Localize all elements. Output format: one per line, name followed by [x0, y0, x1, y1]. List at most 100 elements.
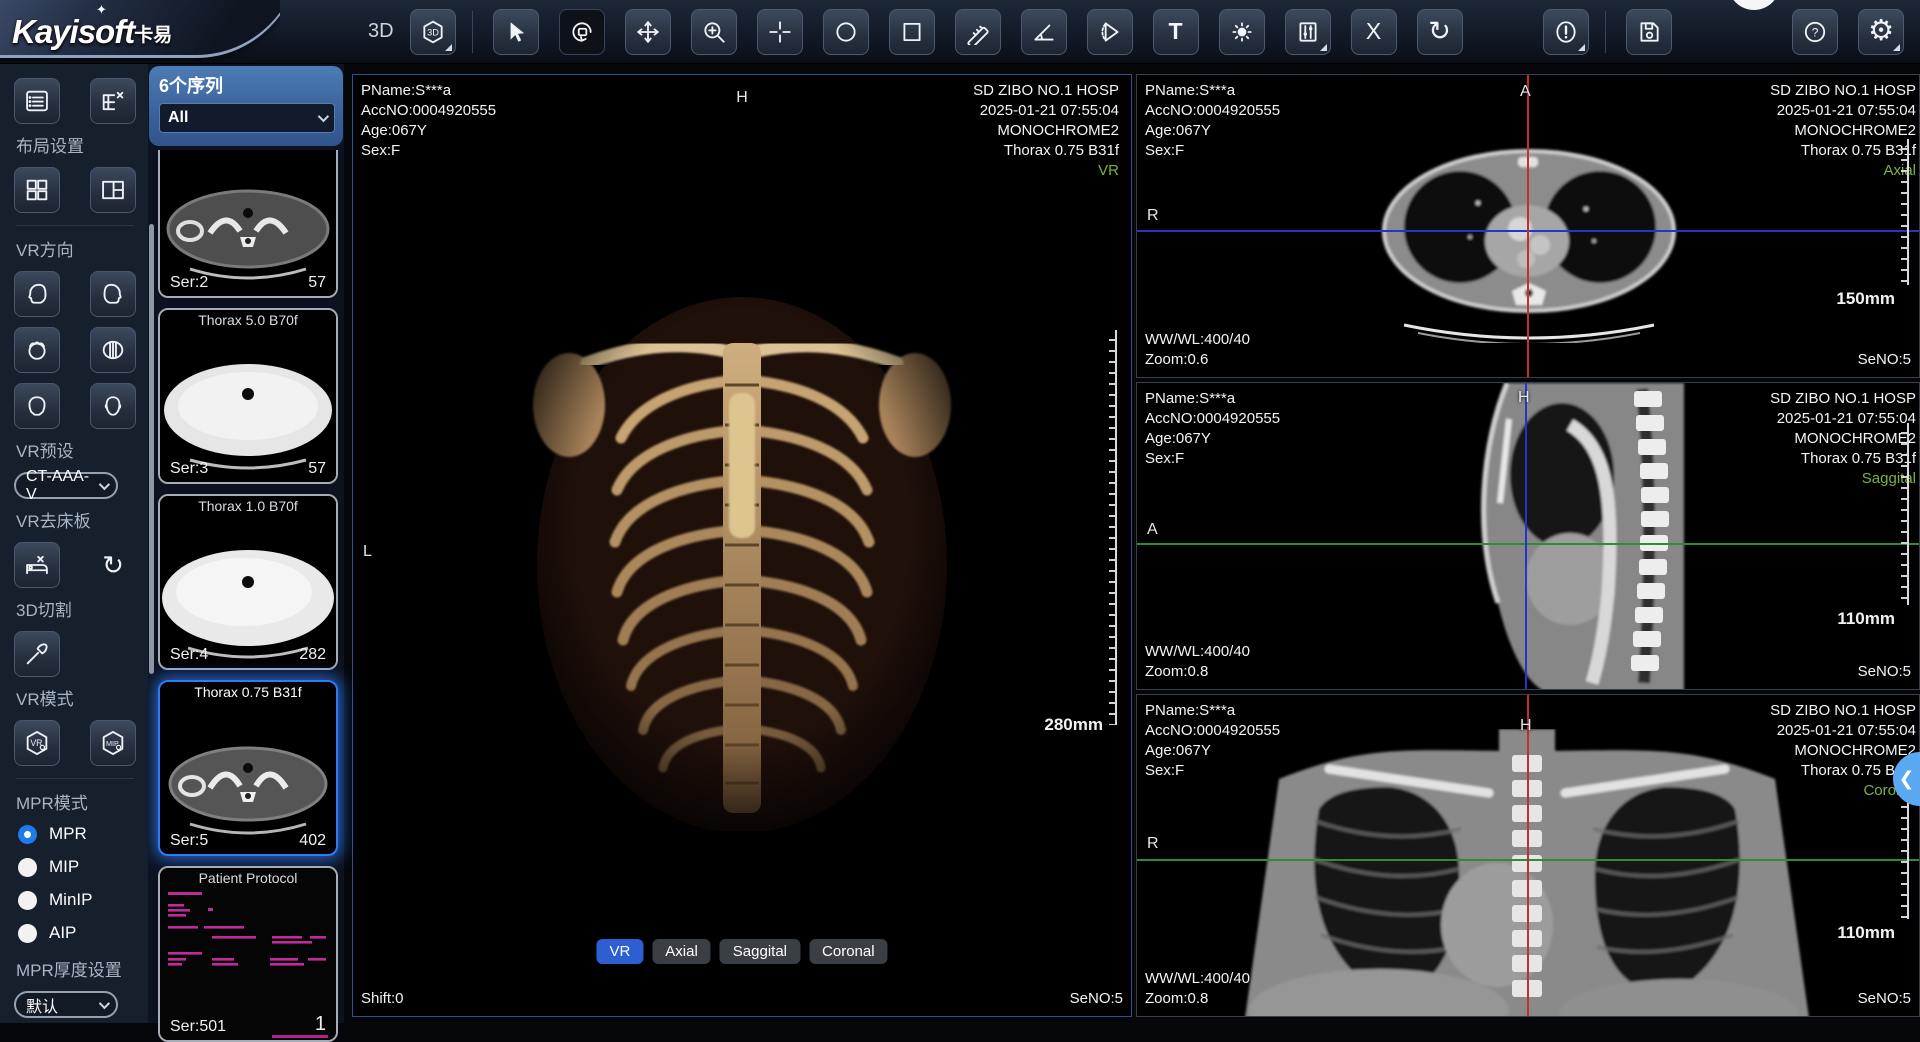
- reset-button[interactable]: ↻: [1417, 9, 1463, 55]
- radio-icon[interactable]: [18, 924, 37, 943]
- brightness-sun-icon: [1229, 19, 1255, 45]
- crosshair-vertical-red[interactable]: [1527, 75, 1529, 377]
- minip-radio-option[interactable]: MinIP: [18, 890, 148, 910]
- ellipse-icon: [833, 19, 859, 45]
- rotate-3d-tool-button[interactable]: [559, 9, 605, 55]
- vr-mode-button[interactable]: VR: [14, 720, 60, 766]
- window-level-button[interactable]: [1285, 9, 1331, 55]
- vr-head-superior-button[interactable]: [14, 327, 60, 373]
- settings-button[interactable]: ⚙: [1858, 9, 1904, 55]
- scalpel-button[interactable]: [14, 631, 60, 677]
- study-datetime: 2025-01-21 07:55:04: [973, 101, 1119, 121]
- logo-star-icon: ✦: [96, 2, 107, 18]
- radio-selected-icon[interactable]: [18, 825, 37, 844]
- scale-label: 280mm: [1044, 715, 1103, 735]
- axial-ct-image: [1374, 125, 1684, 343]
- radio-icon[interactable]: [18, 858, 37, 877]
- rectangle-roi-button[interactable]: [889, 9, 935, 55]
- radio-label: MPR: [49, 824, 87, 844]
- aip-radio-option[interactable]: AIP: [18, 923, 148, 943]
- mpr-thickness-select[interactable]: 默认: [14, 991, 118, 1018]
- patient-age: Age:067Y: [1145, 121, 1280, 141]
- text-annotation-button[interactable]: T: [1153, 9, 1199, 55]
- help-button[interactable]: ?: [1792, 9, 1838, 55]
- pointer-tool-button[interactable]: [493, 9, 539, 55]
- orientation-letter-top: H: [1520, 717, 1532, 735]
- info-button[interactable]: [1543, 9, 1589, 55]
- orientation-letter-left: R: [1147, 207, 1159, 225]
- series-thumbnail[interactable]: Patient Protocol Ser:501 1: [158, 866, 338, 1042]
- vr-preset-select[interactable]: CT-AAA-V: [14, 472, 118, 499]
- delete-annotation-button[interactable]: X: [1351, 9, 1397, 55]
- radio-icon[interactable]: [18, 891, 37, 910]
- bed-reset-button[interactable]: ↻: [90, 542, 136, 588]
- split-layout-button[interactable]: [90, 167, 136, 213]
- patient-name: PName:S***a: [1145, 81, 1280, 101]
- crosshair-horizontal-green[interactable]: [1137, 543, 1919, 545]
- svg-text:3D: 3D: [427, 27, 439, 37]
- pan-icon: [635, 19, 661, 45]
- crosshair-vertical-red[interactable]: [1527, 695, 1529, 1016]
- layout-close-button[interactable]: [90, 78, 136, 124]
- vr-head-posterior-button[interactable]: [14, 383, 60, 429]
- vr-3d-viewport[interactable]: PName:S***a AccNO:0004920555 Age:067Y Se…: [352, 74, 1132, 1017]
- mip-radio-option[interactable]: MIP: [18, 857, 148, 877]
- vr-head-right-button[interactable]: [90, 271, 136, 317]
- cobb-angle-tool-button[interactable]: [1087, 9, 1133, 55]
- logo-text: Kayisoft: [12, 13, 134, 50]
- layout-list-button[interactable]: [14, 78, 60, 124]
- vr-bed-label: VR去床板: [16, 507, 148, 532]
- brightness-button[interactable]: [1219, 9, 1265, 55]
- dropdown-corner: [1320, 44, 1327, 51]
- photometric: MONOCHROME2: [973, 121, 1119, 141]
- vr-mode-label: VR模式: [16, 685, 148, 710]
- angle-tool-button[interactable]: [1021, 9, 1067, 55]
- view-type-label: Axial: [1770, 161, 1916, 181]
- patient-sex: Sex:F: [1145, 141, 1280, 161]
- series-thumbnail-selected[interactable]: Thorax 0.75 B31f Ser:5 402: [158, 680, 338, 856]
- series-thumbnail[interactable]: Thorax 5.0 B70f Ser:3 57: [158, 308, 338, 484]
- patient-age: Age:067Y: [1145, 741, 1280, 761]
- coronal-viewport[interactable]: PName:S***a AccNO:0004920555 Age:067Y Se…: [1136, 694, 1920, 1017]
- study-datetime: 2025-01-21 07:55:04: [1770, 721, 1916, 741]
- pan-tool-button[interactable]: [625, 9, 671, 55]
- window-level-sliders-icon: [1295, 19, 1321, 45]
- vr-head-left-button[interactable]: [14, 271, 60, 317]
- series-scrollbar[interactable]: [149, 224, 154, 674]
- ruler-tool-button[interactable]: [955, 9, 1001, 55]
- axial-view-button[interactable]: Axial: [652, 939, 711, 964]
- series-title: Thorax 5.0 B70f: [160, 312, 336, 328]
- mpr-thickness-label: MPR厚度设置: [16, 956, 148, 981]
- grid-layout-button[interactable]: [14, 167, 60, 213]
- vr-view-button[interactable]: VR: [596, 939, 643, 964]
- layout-close-icon: [99, 87, 127, 115]
- rotate-3d-icon: [569, 19, 595, 45]
- scale-ruler: [1901, 423, 1909, 605]
- sagittal-viewport[interactable]: PName:S***a AccNO:0004920555 Age:067Y Se…: [1136, 382, 1920, 690]
- crosshair-vertical-blue[interactable]: [1525, 383, 1527, 689]
- crosshair-tool-button[interactable]: [757, 9, 803, 55]
- pointer-icon: [503, 19, 529, 45]
- vr-head-front-button[interactable]: [90, 383, 136, 429]
- 3d-view-button[interactable]: 3D: [410, 9, 456, 55]
- window-level-overlay: WW/WL:400/40 Zoom:0.6: [1145, 330, 1250, 370]
- crosshair-icon: [767, 19, 793, 45]
- view-type-label: VR: [973, 161, 1119, 181]
- patient-age: Age:067Y: [361, 121, 496, 141]
- series-filter-select[interactable]: All: [159, 103, 335, 133]
- saggital-view-button[interactable]: Saggital: [720, 939, 800, 964]
- save-button[interactable]: [1626, 9, 1672, 55]
- series-thumbnail[interactable]: Ser:2 57: [158, 150, 338, 298]
- vr-body-anterior-button[interactable]: [90, 327, 136, 373]
- ellipse-roi-button[interactable]: [823, 9, 869, 55]
- remove-bed-button[interactable]: [14, 542, 60, 588]
- mpr-radio-option[interactable]: MPR: [18, 824, 148, 844]
- coronal-view-button[interactable]: Coronal: [809, 939, 888, 964]
- axial-viewport[interactable]: PName:S***a AccNO:0004920555 Age:067Y Se…: [1136, 74, 1920, 378]
- zoom-tool-button[interactable]: [691, 9, 737, 55]
- divider: [16, 778, 134, 779]
- patient-info-overlay: PName:S***a AccNO:0004920555 Age:067Y Se…: [361, 81, 496, 161]
- scale-ruler: [1901, 139, 1909, 285]
- series-thumbnail[interactable]: Thorax 1.0 B70f Ser:4 282: [158, 494, 338, 670]
- mip-mode-button[interactable]: MIP: [90, 720, 136, 766]
